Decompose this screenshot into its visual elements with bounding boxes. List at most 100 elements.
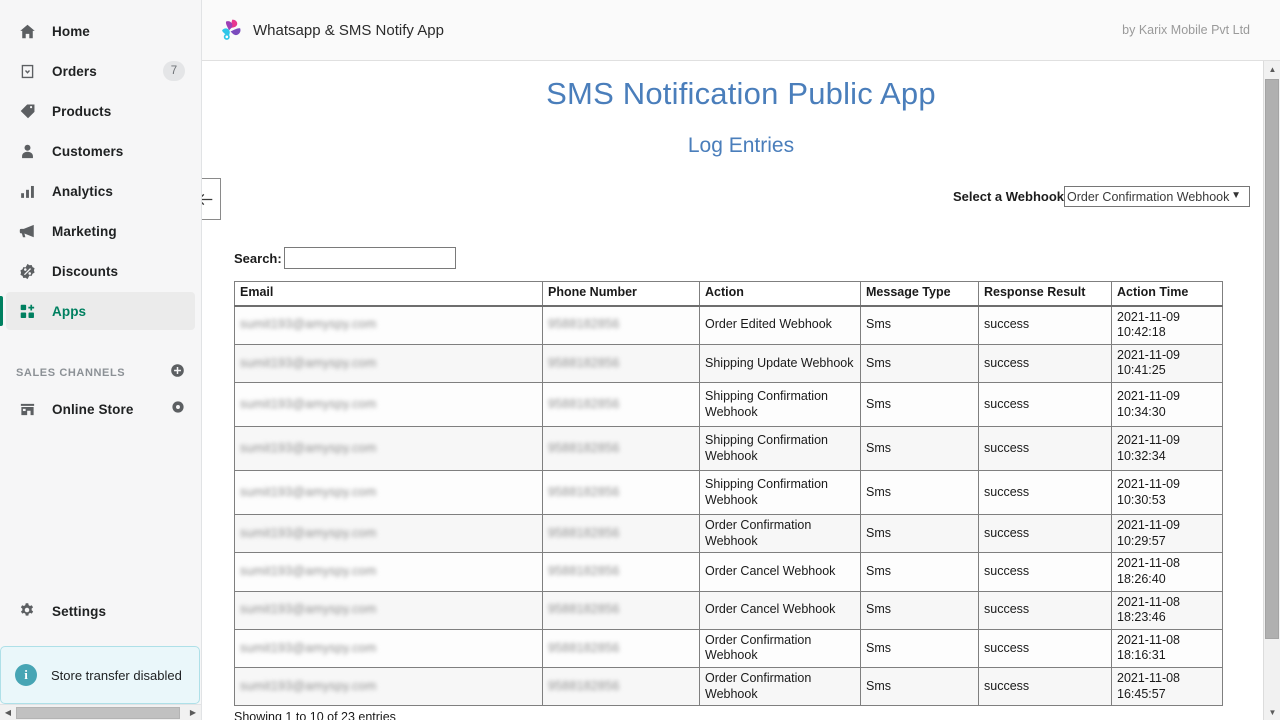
app-topbar: Whatsapp & SMS Notify App by Karix Mobil… — [202, 0, 1280, 61]
back-button[interactable] — [202, 178, 221, 220]
cell-response-result: success — [978, 426, 1112, 471]
cell-phone-number: 9588182856 — [542, 382, 700, 427]
marketing-megaphone-icon — [16, 221, 38, 241]
cell-action-time: 2021-11-08 18:16:31 — [1111, 628, 1223, 669]
main-area: Whatsapp & SMS Notify App by Karix Mobil… — [202, 0, 1280, 720]
cell-message-type: Sms — [860, 513, 979, 554]
sidebar-item-online-store[interactable]: Online Store — [6, 390, 195, 428]
sidebar-item-analytics[interactable]: Analytics — [6, 172, 195, 210]
vscroll-thumb[interactable] — [1265, 79, 1279, 639]
cell-message-type: Sms — [860, 590, 979, 630]
cell-response-result: success — [978, 343, 1112, 384]
sidebar-item-customers[interactable]: Customers — [6, 132, 195, 170]
scroll-right-arrow-icon[interactable]: ▶ — [187, 706, 199, 720]
sales-channels-header: SALES CHANNELS — [0, 356, 201, 390]
column-header-action-time[interactable]: Action Time — [1111, 281, 1223, 307]
cell-action-time: 2021-11-09 10:34:30 — [1111, 382, 1223, 427]
table-body: sumit193@amyspy.com 9588182856 Order Edite… — [234, 305, 1223, 707]
arrow-left-icon — [202, 192, 214, 207]
orders-count-badge: 7 — [163, 61, 185, 81]
sidebar-item-orders[interactable]: Orders 7 — [6, 52, 195, 90]
cell-action-time: 2021-11-09 10:41:25 — [1111, 343, 1223, 384]
webhook-select[interactable]: Order Confirmation Webhook — [1064, 186, 1250, 207]
sidebar-item-marketing[interactable]: Marketing — [6, 212, 195, 250]
log-table-wrapper: Email Phone Number Action Message Type R… — [202, 281, 1280, 707]
cell-response-result: success — [978, 590, 1112, 630]
search-row: Search: — [202, 247, 1280, 269]
store-transfer-banner[interactable]: i Store transfer disabled — [0, 646, 200, 704]
table-row: sumit193@amyspy.com 9588182856 Order Cance… — [234, 590, 1223, 630]
cell-phone-number-redacted: 9588182856 — [548, 525, 620, 540]
cell-response-result: success — [978, 382, 1112, 427]
cell-message-type: Sms — [860, 426, 979, 471]
cell-phone-number-redacted: 9588182856 — [548, 602, 620, 617]
cell-action: Order Confirmation Webhook — [699, 513, 861, 554]
sidebar-item-home[interactable]: Home — [6, 12, 195, 50]
scroll-up-arrow-icon[interactable]: ▲ — [1264, 61, 1280, 77]
sidebar-horizontal-scrollbar[interactable]: ◀ ▶ — [0, 704, 201, 720]
column-header-message-type[interactable]: Message Type — [860, 281, 979, 307]
table-row: sumit193@amyspy.com 9588182856 Order Confi… — [234, 628, 1223, 669]
sales-channels-title: SALES CHANNELS — [16, 367, 126, 379]
sidebar-item-discounts[interactable]: Discounts — [6, 252, 195, 290]
cell-phone-number: 9588182856 — [542, 513, 700, 554]
cell-action: Order Edited Webhook — [699, 305, 861, 345]
column-header-response-result[interactable]: Response Result — [978, 281, 1112, 307]
cell-email: sumit193@amyspy.com — [234, 666, 543, 707]
cell-email: sumit193@amyspy.com — [234, 628, 543, 669]
discounts-percent-icon — [16, 261, 38, 281]
sidebar-item-label: Discounts — [52, 263, 119, 279]
scroll-down-arrow-icon[interactable]: ▼ — [1264, 704, 1280, 720]
webhook-select-wrapper[interactable]: Order Confirmation Webhook ▼ — [1064, 186, 1250, 207]
cell-email: sumit193@amyspy.com — [234, 470, 543, 515]
cell-action: Order Cancel Webhook — [699, 590, 861, 630]
info-icon: i — [15, 664, 37, 686]
cell-phone-number: 9588182856 — [542, 666, 700, 707]
page-vertical-scrollbar[interactable]: ▲ ▼ — [1263, 61, 1280, 720]
sidebar-item-settings[interactable]: Settings — [6, 592, 195, 630]
table-head: Email Phone Number Action Message Type R… — [234, 281, 1223, 307]
home-icon — [16, 21, 38, 41]
sidebar: Home Orders 7 Products Customers Analyti… — [0, 0, 202, 720]
sidebar-item-products[interactable]: Products — [6, 92, 195, 130]
plus-circle-icon[interactable] — [170, 363, 185, 383]
hscroll-thumb[interactable] — [16, 706, 180, 719]
store-transfer-banner-text: Store transfer disabled — [51, 667, 182, 683]
column-header-action[interactable]: Action — [699, 281, 861, 307]
cell-email-redacted: sumit193@amyspy.com — [240, 525, 377, 540]
column-header-phone-number[interactable]: Phone Number — [542, 281, 700, 307]
cell-phone-number: 9588182856 — [542, 628, 700, 669]
orders-icon — [16, 61, 38, 81]
cell-response-result: success — [978, 513, 1112, 554]
cell-message-type: Sms — [860, 666, 979, 707]
customers-person-icon — [16, 141, 38, 161]
sidebar-item-apps[interactable]: Apps — [0, 292, 195, 330]
cell-action-time: 2021-11-08 18:26:40 — [1111, 552, 1223, 592]
cell-phone-number: 9588182856 — [542, 343, 700, 384]
sidebar-item-label: Settings — [52, 603, 107, 619]
table-row: sumit193@amyspy.com 9588182856 Order Confi… — [234, 513, 1223, 554]
column-header-email[interactable]: Email — [234, 281, 543, 307]
cell-action: Shipping Update Webhook — [699, 343, 861, 384]
search-input[interactable] — [283, 247, 456, 269]
cell-email-redacted: sumit193@amyspy.com — [240, 678, 377, 693]
cell-action: Shipping Confirmation Webhook — [699, 426, 861, 471]
cell-response-result: success — [978, 470, 1112, 515]
hscroll-track[interactable] — [14, 706, 187, 719]
sidebar-item-label: Marketing — [52, 223, 117, 239]
cell-message-type: Sms — [860, 470, 979, 515]
cell-phone-number: 9588182856 — [542, 552, 700, 592]
cell-message-type: Sms — [860, 552, 979, 592]
cell-response-result: success — [978, 305, 1112, 345]
settings-area: Settings — [0, 592, 201, 646]
cell-action-time: 2021-11-08 16:45:57 — [1111, 666, 1223, 707]
view-eye-icon[interactable] — [171, 400, 185, 419]
cell-phone-number-redacted: 9588182856 — [548, 440, 620, 455]
storefront-icon — [16, 399, 38, 419]
cell-email: sumit193@amyspy.com — [234, 513, 543, 554]
cell-response-result: success — [978, 552, 1112, 592]
page-title: SMS Notification Public App — [546, 76, 936, 111]
scroll-left-arrow-icon[interactable]: ◀ — [2, 706, 14, 720]
sidebar-item-label: Analytics — [52, 183, 113, 199]
